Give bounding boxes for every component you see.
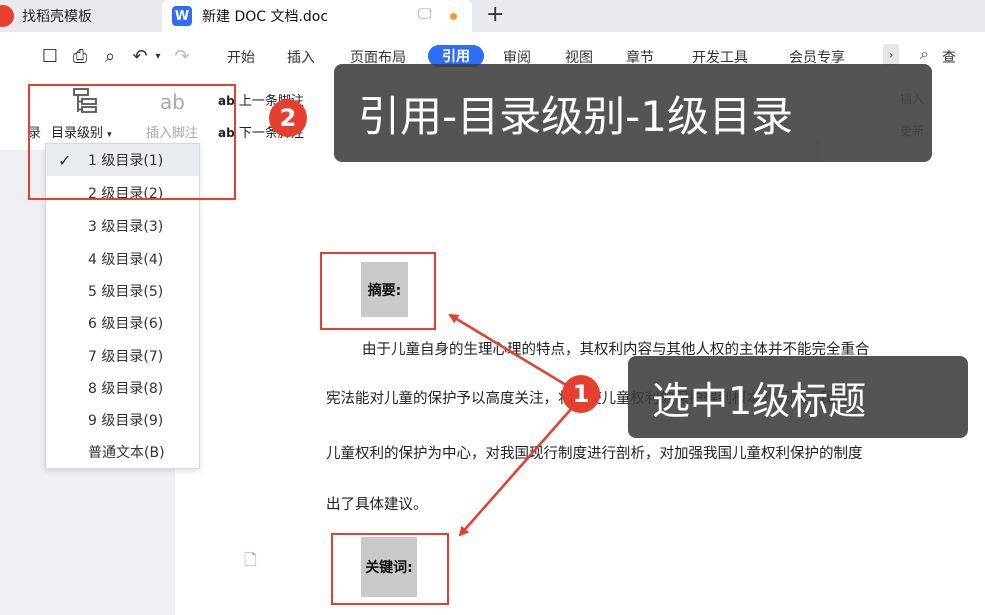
monitor-icon[interactable]: 🖵	[418, 6, 432, 22]
dropdown-item-level-8[interactable]: 8 级目录(8)	[46, 372, 199, 404]
annotation-box-toc-level	[28, 84, 236, 200]
dropdown-item-level-6[interactable]: 6 级目录(6)	[46, 307, 199, 339]
annotation-box-keywords	[331, 533, 449, 605]
callout-step-2: 引用-目录级别-1级目录	[334, 64, 932, 162]
paragraph-line[interactable]: 出了具体建议。	[326, 493, 428, 514]
dropdown-item-level-5[interactable]: 5 级目录(5)	[46, 275, 199, 307]
save-icon[interactable]: ☐	[38, 44, 62, 68]
step-2-badge: 2	[269, 99, 307, 137]
dropdown-item-level-3[interactable]: 3 级目录(3)	[46, 210, 199, 242]
callout-step-1-text: 选中1级标题	[652, 378, 867, 423]
menu-more-chevron-icon[interactable]: ›	[883, 44, 899, 66]
dropdown-item-label: 8 级目录(8)	[88, 381, 164, 397]
undo-icon[interactable]: ↶	[128, 44, 152, 68]
dropdown-item-label: 6 级目录(6)	[88, 316, 164, 332]
dropdown-item-label: 5 级目录(5)	[88, 284, 164, 300]
new-tab-plus-icon[interactable]: +	[486, 2, 504, 27]
menu-home[interactable]: 开始	[227, 47, 255, 67]
search-icon[interactable]: ⌕	[920, 44, 929, 64]
tab-document-label: 新建 DOC 文档.doc	[202, 9, 329, 25]
tab-template-label: 找稻壳模板	[22, 9, 92, 25]
dropdown-item-label: 3 级目录(3)	[88, 219, 164, 235]
redo-icon[interactable]: ↷	[170, 44, 194, 68]
annotation-box-abstract	[320, 252, 436, 330]
dropdown-item-label: 普通文本(B)	[88, 445, 165, 461]
tab-template[interactable]: 找稻壳模板	[0, 0, 160, 32]
dropdown-item-body-text[interactable]: 普通文本(B)	[46, 436, 199, 468]
dropdown-item-label: 9 级目录(9)	[88, 413, 164, 429]
dropdown-item-level-4[interactable]: 4 级目录(4)	[46, 243, 199, 275]
dropdown-item-label: 7 级目录(7)	[88, 349, 164, 365]
dropdown-item-label: 4 级目录(4)	[88, 252, 164, 268]
step-1-badge: 1	[562, 375, 600, 413]
menu-insert[interactable]: 插入	[287, 47, 315, 67]
callout-step-2-text: 引用-目录级别-1级目录	[358, 91, 794, 141]
dropdown-item-level-7[interactable]: 7 级目录(7)	[46, 340, 199, 372]
document-page-icon[interactable]: 🗋	[244, 549, 257, 576]
callout-step-1: 选中1级标题	[628, 356, 968, 438]
unsaved-dot-icon	[450, 13, 457, 20]
print-preview-icon[interactable]: ⌕	[98, 44, 122, 68]
wps-writer-icon: W	[172, 6, 192, 26]
dropdown-item-level-9[interactable]: 9 级目录(9)	[46, 404, 199, 436]
undo-dropdown-icon[interactable]: ▾	[152, 44, 164, 68]
search-label[interactable]: 查	[942, 47, 956, 67]
paragraph-line[interactable]: 儿童权利的保护为中心，对我国现行制度进行剖析，对加强我国儿童权利保护的制度	[326, 442, 863, 463]
print-icon[interactable]: ⎙	[68, 44, 92, 68]
